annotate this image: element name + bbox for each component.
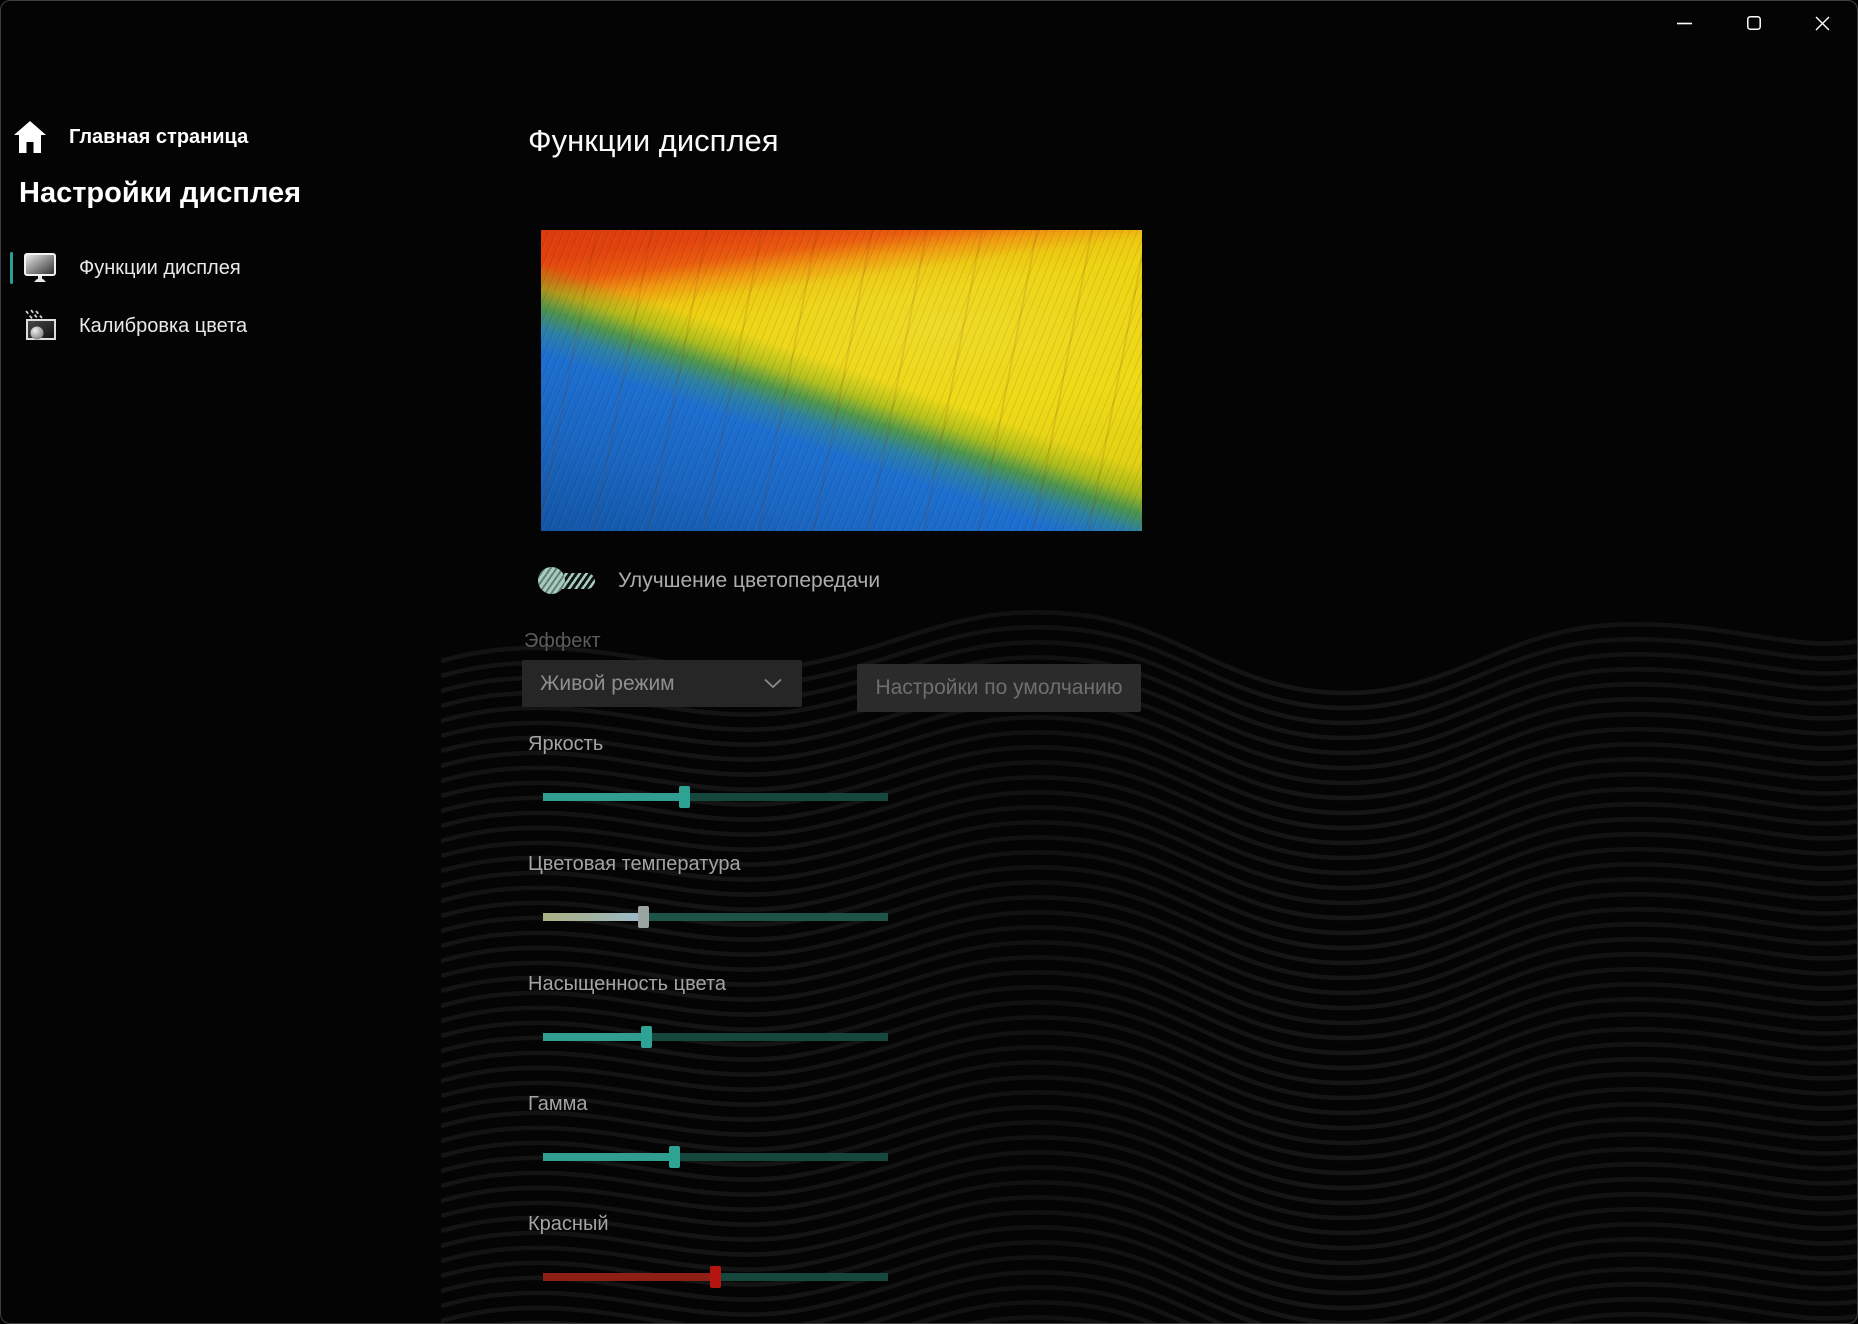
home-label: Главная страница [69, 125, 249, 148]
sidebar-section-title: Настройки дисплея [19, 177, 302, 209]
brightness-group: Яркость [528, 731, 898, 821]
slider-thumb[interactable] [637, 906, 649, 928]
app-window: Главная страница Настройки дисплея Функц… [0, 0, 1858, 1324]
slider-label-red: Красный [528, 1213, 609, 1235]
sidebar-item-display-functions[interactable]: Функции дисплея [1, 248, 241, 288]
slider-thumb[interactable] [710, 1266, 721, 1288]
close-button[interactable] [1788, 1, 1857, 45]
color-temperature-slider[interactable] [543, 906, 888, 928]
sidebar-item-label: Калибровка цвета [79, 314, 248, 337]
gamma-slider[interactable] [543, 1146, 888, 1168]
chevron-down-icon [764, 678, 782, 689]
toggle-knob [538, 567, 565, 594]
slider-thumb[interactable] [668, 1146, 680, 1168]
effect-label: Эффект [524, 630, 601, 652]
maximize-icon [1746, 16, 1761, 30]
slider-fill [543, 1273, 716, 1281]
red-group: Красный [528, 1211, 898, 1301]
color-temperature-group: Цветовая температура [528, 851, 898, 941]
slider-thumb[interactable] [678, 786, 690, 808]
color-enhance-toggle[interactable] [538, 567, 595, 594]
selected-accent-bar [10, 252, 13, 284]
slider-fill [543, 1153, 675, 1161]
sidebar-item-color-calibration[interactable]: Калибровка цвета [1, 306, 247, 346]
minimize-button[interactable] [1650, 1, 1719, 45]
color-enhance-toggle-label: Улучшение цветопередачи [618, 569, 881, 592]
slider-fill [543, 913, 644, 921]
home-icon [14, 121, 46, 153]
saturation-slider[interactable] [543, 1026, 888, 1048]
sidebar-item-label: Функции дисплея [79, 256, 241, 279]
close-icon [1815, 16, 1830, 30]
slider-fill [543, 1033, 647, 1041]
page-title: Функции дисплея [528, 123, 779, 158]
defaults-button[interactable]: Настройки по умолчанию [857, 664, 1141, 712]
slider-label-brightness: Яркость [528, 733, 604, 755]
titlebar [1650, 1, 1857, 49]
slider-fill [543, 793, 685, 801]
effect-dropdown-value: Живой режим [540, 671, 675, 695]
accent-bar-placeholder [10, 310, 13, 342]
effect-dropdown[interactable]: Живой режим [522, 660, 802, 707]
slider-thumb[interactable] [641, 1026, 652, 1048]
slider-label-gamma: Гамма [528, 1093, 588, 1115]
minimize-icon [1677, 22, 1692, 24]
monitor-icon [24, 253, 56, 282]
parrot-feathers-preview [541, 230, 1142, 531]
gamma-group: Гамма [528, 1091, 898, 1181]
color-calibration-icon [25, 309, 56, 340]
saturation-group: Насыщенность цвета [528, 971, 898, 1061]
red-slider[interactable] [543, 1266, 888, 1288]
slider-label-color-temperature: Цветовая температура [528, 853, 741, 875]
slider-label-saturation: Насыщенность цвета [528, 973, 727, 995]
sidebar-item-home[interactable]: Главная страница [13, 119, 248, 155]
maximize-button[interactable] [1719, 1, 1788, 45]
brightness-slider[interactable] [543, 786, 888, 808]
